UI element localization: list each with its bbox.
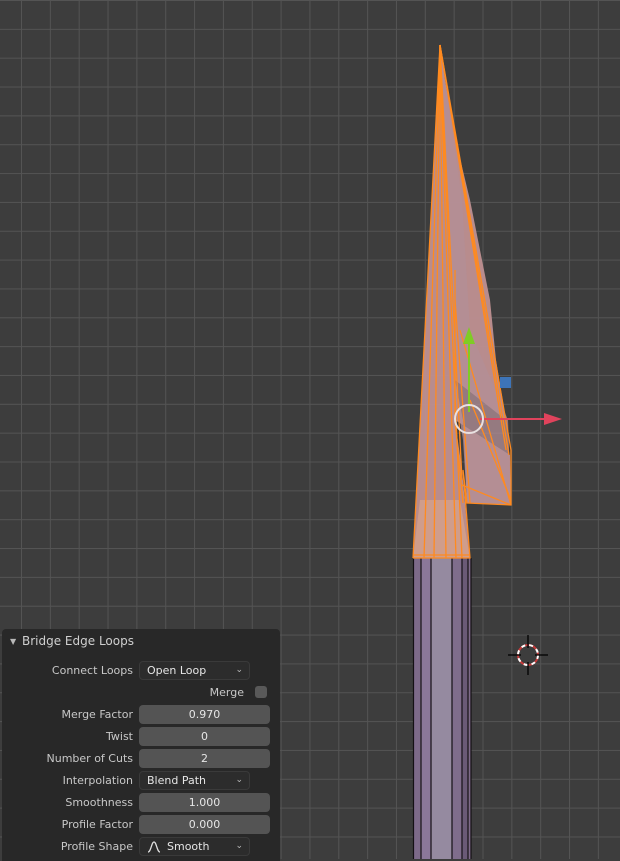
smooth-falloff-icon (147, 841, 161, 853)
panel-header[interactable]: ▼ Bridge Edge Loops (2, 629, 280, 653)
mesh-blade-selected[interactable] (412, 44, 512, 559)
merge-factor-label: Merge Factor (61, 708, 133, 721)
number-of-cuts-field[interactable]: 2 (139, 749, 270, 768)
shaft-face (421, 558, 431, 859)
number-of-cuts-label: Number of Cuts (46, 752, 133, 765)
connect-loops-value: Open Loop (147, 664, 207, 677)
merge-checkbox[interactable] (255, 686, 267, 698)
triangle-down-icon: ▼ (10, 636, 17, 646)
chevron-down-icon: ⌄ (235, 775, 243, 785)
gizmo-x-arrow-icon (544, 413, 562, 425)
connect-loops-label: Connect Loops (51, 664, 133, 677)
profile-shape-label: Profile Shape (60, 840, 133, 853)
twist-row: Twist 0 (2, 727, 280, 747)
connect-loops-row: Connect Loops Open Loop ⌄ (2, 661, 280, 681)
merge-row: Merge (2, 683, 280, 703)
operator-panel-bridge-edge-loops: ▼ Bridge Edge Loops Connect Loops Open L… (2, 629, 280, 861)
merge-label: Merge (209, 686, 244, 699)
profile-factor-label: Profile Factor (61, 818, 133, 831)
interpolation-dropdown[interactable]: Blend Path ⌄ (139, 771, 250, 790)
shaft-face (452, 558, 462, 859)
profile-factor-row: Profile Factor 0.000 (2, 815, 280, 835)
3d-cursor-icon[interactable] (508, 635, 548, 675)
interpolation-label: Interpolation (62, 774, 133, 787)
twist-field[interactable]: 0 (139, 727, 270, 746)
merge-factor-field[interactable]: 0.970 (139, 705, 270, 724)
profile-factor-field[interactable]: 0.000 (139, 815, 270, 834)
shaft-face (462, 558, 468, 859)
interpolation-value: Blend Path (147, 774, 206, 787)
mesh-shaft[interactable] (412, 558, 472, 859)
merge-factor-row: Merge Factor 0.970 (2, 705, 280, 725)
number-of-cuts-row: Number of Cuts 2 (2, 749, 280, 769)
profile-shape-value: Smooth (167, 840, 210, 853)
smoothness-label: Smoothness (65, 796, 133, 809)
interpolation-row: Interpolation Blend Path ⌄ (2, 771, 280, 791)
shaft-face (431, 558, 452, 859)
profile-shape-dropdown[interactable]: Smooth ⌄ (139, 837, 250, 856)
chevron-down-icon: ⌄ (235, 841, 243, 851)
gizmo-plane-handle-icon (500, 377, 511, 388)
smoothness-row: Smoothness 1.000 (2, 793, 280, 813)
panel-title: Bridge Edge Loops (22, 634, 134, 648)
connect-loops-dropdown[interactable]: Open Loop ⌄ (139, 661, 250, 680)
twist-label: Twist (106, 730, 133, 743)
chevron-down-icon: ⌄ (235, 665, 243, 675)
profile-shape-row: Profile Shape Smooth ⌄ (2, 837, 280, 857)
smoothness-field[interactable]: 1.000 (139, 793, 270, 812)
